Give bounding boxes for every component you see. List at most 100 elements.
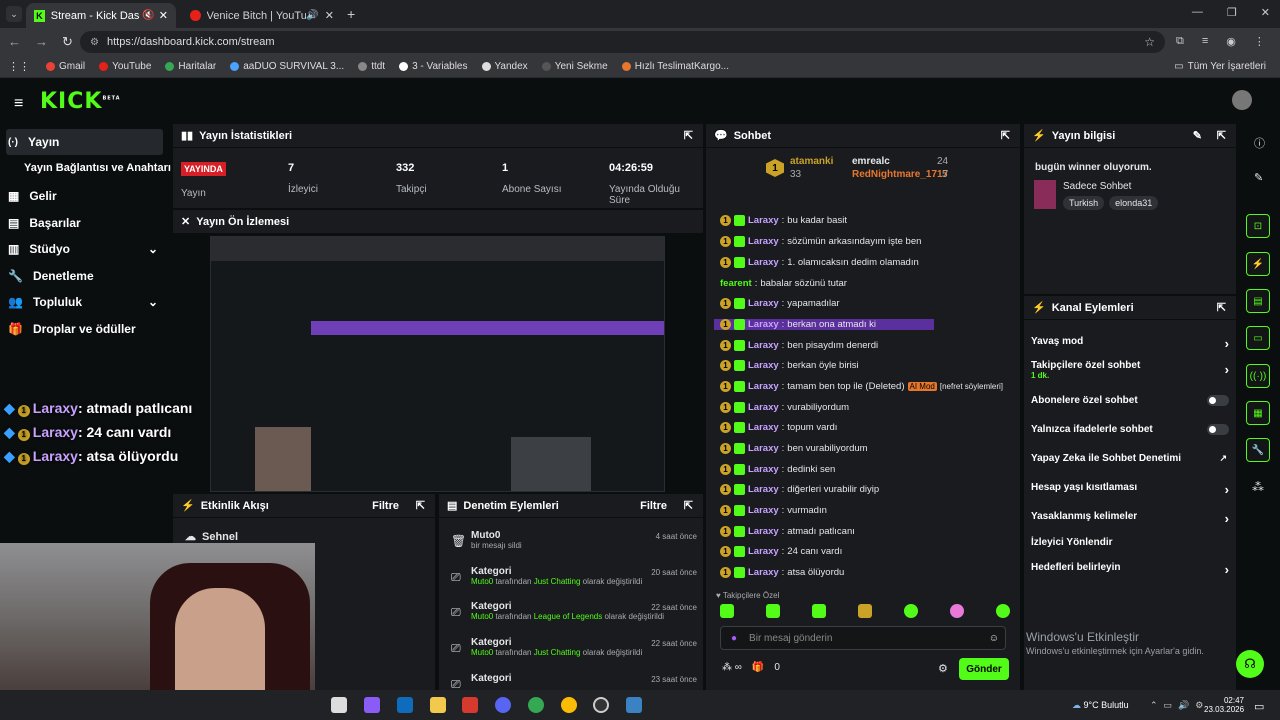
emote-icon[interactable] [766, 604, 780, 618]
expand-icon[interactable]: ⇱ [684, 129, 693, 142]
emote-icon[interactable] [812, 604, 826, 618]
url-bar[interactable]: ⚙ https://dashboard.kick.com/stream ☆ [80, 31, 1165, 53]
extensions-icon[interactable]: ⧉ [1176, 35, 1184, 48]
gift-icon[interactable]: 🎁 [752, 662, 764, 673]
category-name[interactable]: Sadece Sohbet [1063, 181, 1131, 192]
expand-icon[interactable]: ⇱ [1217, 129, 1226, 142]
notifications-icon[interactable]: ▭ [1254, 700, 1264, 713]
copilot-icon[interactable] [364, 697, 380, 713]
expand-icon[interactable]: ⇱ [1001, 129, 1010, 142]
filter-button[interactable]: Filtre [372, 500, 399, 512]
outlook-icon[interactable] [397, 697, 413, 713]
chat-username[interactable]: Laraxy [748, 464, 779, 475]
chat-username[interactable]: Laraxy [748, 381, 779, 392]
nav-item-studio[interactable]: ▥ Stüdyo ⌄ [8, 242, 158, 256]
bookmark-variables[interactable]: 3 - Variables [399, 61, 468, 72]
close-tab-icon[interactable]: ✕ [159, 9, 168, 22]
bookmark-youtube[interactable]: YouTube [99, 61, 151, 72]
bookmark-gmail[interactable]: Gmail [46, 61, 85, 72]
tag-chip[interactable]: elonda31 [1109, 196, 1159, 210]
chat-username[interactable]: Laraxy [748, 298, 779, 309]
file-explorer-icon[interactable] [430, 697, 446, 713]
subscribers-only-toggle[interactable] [1207, 395, 1229, 406]
chat-username[interactable]: Laraxy [748, 340, 779, 351]
bookmark-maps[interactable]: Haritalar [165, 61, 216, 72]
expand-icon[interactable]: ⇱ [1217, 301, 1226, 314]
nav-item-achievements[interactable]: ▤ Başarılar [8, 216, 81, 230]
emote-icon[interactable] [720, 604, 734, 618]
reload-icon[interactable]: ↻ [62, 34, 73, 50]
send-button[interactable]: Gönder [959, 658, 1009, 680]
user-avatar[interactable] [1232, 90, 1252, 110]
forward-icon[interactable]: → [35, 34, 48, 50]
app-icon[interactable] [626, 697, 642, 713]
chat-username[interactable]: Laraxy [748, 215, 779, 226]
close-tab-icon[interactable]: ✕ [325, 9, 334, 22]
points-icon[interactable]: ⁂ ∞ [722, 662, 742, 673]
chat-username[interactable]: fearent [720, 278, 752, 289]
edit-icon[interactable]: ✎ [1193, 129, 1202, 142]
chat-bubble-icon[interactable]: ▭ [1246, 326, 1270, 350]
chat-input[interactable]: ● Bir mesaj gönderin ☺ [720, 626, 1006, 650]
kick-logo[interactable]: KICKBETA [40, 89, 121, 114]
notes-icon[interactable]: ▤ [1246, 289, 1270, 313]
bookmark-kargo[interactable]: Hızlı TeslimatKargo... [621, 61, 729, 72]
info-icon[interactable]: ⓘ [1254, 135, 1265, 151]
chat-username[interactable]: Laraxy [748, 236, 779, 247]
tag-chip[interactable]: Turkish [1063, 196, 1105, 210]
bookmark-ttdt[interactable]: ttdt [358, 61, 385, 72]
site-info-icon[interactable]: ⚙ [90, 37, 99, 48]
chat-username[interactable]: Laraxy [748, 526, 779, 537]
action-slow-mode[interactable]: Yavaş mod › [1031, 336, 1229, 351]
chat-username[interactable]: Laraxy [748, 505, 779, 516]
chat-username[interactable]: Laraxy [748, 484, 779, 495]
nav-item-stream-key[interactable]: Yayın Bağlantısı ve Anahtarı [24, 162, 171, 174]
chat-username[interactable]: Laraxy [748, 257, 779, 268]
nav-item-revenue[interactable]: ▦ Gelir [8, 189, 57, 203]
profile-icon[interactable]: ◉ [1226, 35, 1236, 48]
new-tab-button[interactable]: + [347, 6, 355, 22]
system-tray[interactable]: ⌃▭🔊⚙ [1150, 700, 1209, 711]
bookmark-new-tab[interactable]: Yeni Sekme [541, 61, 608, 72]
audio-icon[interactable]: 🔊 [306, 10, 318, 21]
nav-item-drops[interactable]: 🎁 Droplar ve ödüller [8, 322, 136, 336]
emote-icon[interactable] [996, 604, 1010, 618]
support-button[interactable]: ☊ [1236, 650, 1264, 678]
pen-icon[interactable]: ✎ [1254, 171, 1263, 184]
start-icon[interactable] [331, 697, 347, 713]
emote-icon[interactable] [904, 604, 918, 618]
action-account-age[interactable]: Hesap yaşı kısıtlaması › [1031, 482, 1229, 497]
action-followers-only[interactable]: Takipçilere özel sohbet 1 dk. › [1031, 360, 1229, 380]
bookmark-yandex[interactable]: Yandex [481, 61, 528, 72]
maximize-icon[interactable]: ❐ [1227, 6, 1237, 19]
nav-item-moderation[interactable]: 🔧 Denetleme [8, 269, 94, 283]
chat-username[interactable]: Laraxy [748, 443, 779, 454]
chat-username[interactable]: Laraxy [748, 422, 779, 433]
discord-icon[interactable] [495, 697, 511, 713]
nav-item-community[interactable]: 👥 Topluluk ⌄ [8, 295, 158, 309]
action-goals[interactable]: Hedefleri belirleyin › [1031, 562, 1229, 577]
emote-icon[interactable] [858, 604, 872, 618]
nav-item-stream[interactable]: (·) Yayın [8, 135, 59, 149]
all-bookmarks[interactable]: ▭ Tüm Yer İşaretleri [1174, 61, 1266, 72]
chrome-icon[interactable] [528, 697, 544, 713]
back-icon[interactable]: ← [8, 34, 21, 50]
stream-preview-video[interactable] [210, 236, 665, 492]
close-window-icon[interactable]: ✕ [1261, 6, 1270, 19]
emote-icon[interactable] [950, 604, 964, 618]
community-icon[interactable]: ⁂ [1252, 480, 1264, 494]
action-ai-moderation[interactable]: Yapay Zeka ile Sohbet Denetimi ↗ [1031, 453, 1229, 464]
media-icon[interactable]: ≡ [1202, 35, 1208, 48]
broadcast-icon[interactable]: ((·)) [1246, 364, 1270, 388]
lightning-icon[interactable]: ⚡ [1246, 252, 1270, 276]
apps-icon[interactable]: ⋮⋮ [8, 60, 30, 73]
weather-widget[interactable]: ☁ 9°C Bulutlu [1072, 700, 1129, 711]
tab-list-button[interactable]: ⌄ [6, 6, 22, 22]
bookmark-aaduo[interactable]: aaDUO SURVIVAL 3... [230, 61, 344, 72]
chat-username[interactable]: Laraxy [748, 319, 779, 330]
chat-username[interactable]: Laraxy [748, 402, 779, 413]
filter-button[interactable]: Filtre [640, 500, 667, 512]
hamburger-menu-icon[interactable]: ≡ [14, 95, 23, 113]
chat-settings-icon[interactable]: ⚙ [938, 662, 948, 675]
action-host[interactable]: İzleyici Yönlendir [1031, 537, 1229, 548]
